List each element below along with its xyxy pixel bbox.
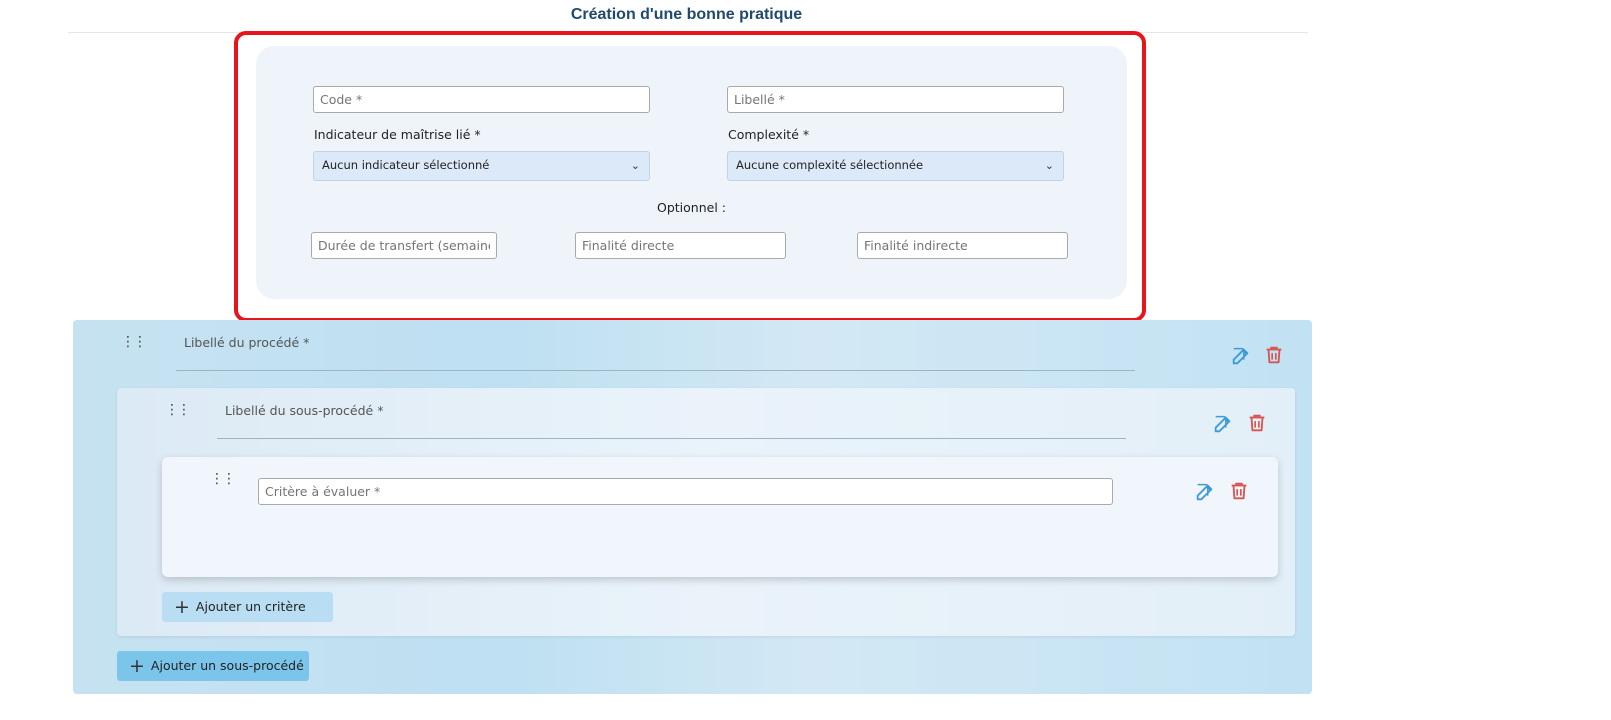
libelle-input[interactable] <box>727 86 1064 113</box>
page-title: Création d'une bonne pratique <box>570 6 803 23</box>
indicateur-select[interactable]: Aucun indicateur sélectionné ⌄ <box>313 151 650 181</box>
trash-icon[interactable] <box>1263 344 1285 366</box>
finalite-directe-input[interactable] <box>575 232 786 259</box>
drag-handle-icon[interactable]: ⋮⋮ <box>210 472 236 486</box>
duree-transfert-input[interactable] <box>311 232 497 259</box>
complexite-select[interactable]: Aucune complexité sélectionnée ⌄ <box>727 151 1064 181</box>
critere-input[interactable] <box>258 478 1113 505</box>
add-sous-procede-label: Ajouter un sous-procédé <box>150 658 304 673</box>
complexite-label: Complexité * <box>728 127 810 142</box>
critere-card <box>162 457 1278 577</box>
chevron-down-icon: ⌄ <box>1044 159 1054 172</box>
indicateur-select-value: Aucun indicateur sélectionné <box>322 158 490 172</box>
edit-icon[interactable] <box>1230 345 1252 367</box>
add-critere-button[interactable]: + Ajouter un critère <box>162 592 333 622</box>
sous-procede-label[interactable]: Libellé du sous-procédé * <box>225 403 383 418</box>
edit-icon[interactable] <box>1212 413 1234 435</box>
plus-icon: + <box>174 596 190 618</box>
plus-icon: + <box>129 655 145 677</box>
optional-label: Optionnel : <box>657 200 726 215</box>
complexite-select-value: Aucune complexité sélectionnée <box>736 158 924 172</box>
indicateur-label: Indicateur de maîtrise lié * <box>314 127 481 142</box>
code-input[interactable] <box>313 86 650 113</box>
drag-handle-icon[interactable]: ⋮⋮ <box>121 335 147 349</box>
finalite-indirecte-input[interactable] <box>857 232 1068 259</box>
add-critere-label: Ajouter un critère <box>195 599 306 614</box>
chevron-down-icon: ⌄ <box>630 159 640 172</box>
drag-handle-icon[interactable]: ⋮⋮ <box>165 403 191 417</box>
trash-icon[interactable] <box>1246 412 1268 434</box>
trash-icon[interactable] <box>1228 480 1250 502</box>
procede-underline <box>176 370 1135 371</box>
edit-icon[interactable] <box>1194 481 1216 503</box>
procede-label[interactable]: Libellé du procédé * <box>184 335 309 350</box>
add-sous-procede-button[interactable]: + Ajouter un sous-procédé <box>117 651 309 681</box>
sous-procede-underline <box>217 438 1126 439</box>
